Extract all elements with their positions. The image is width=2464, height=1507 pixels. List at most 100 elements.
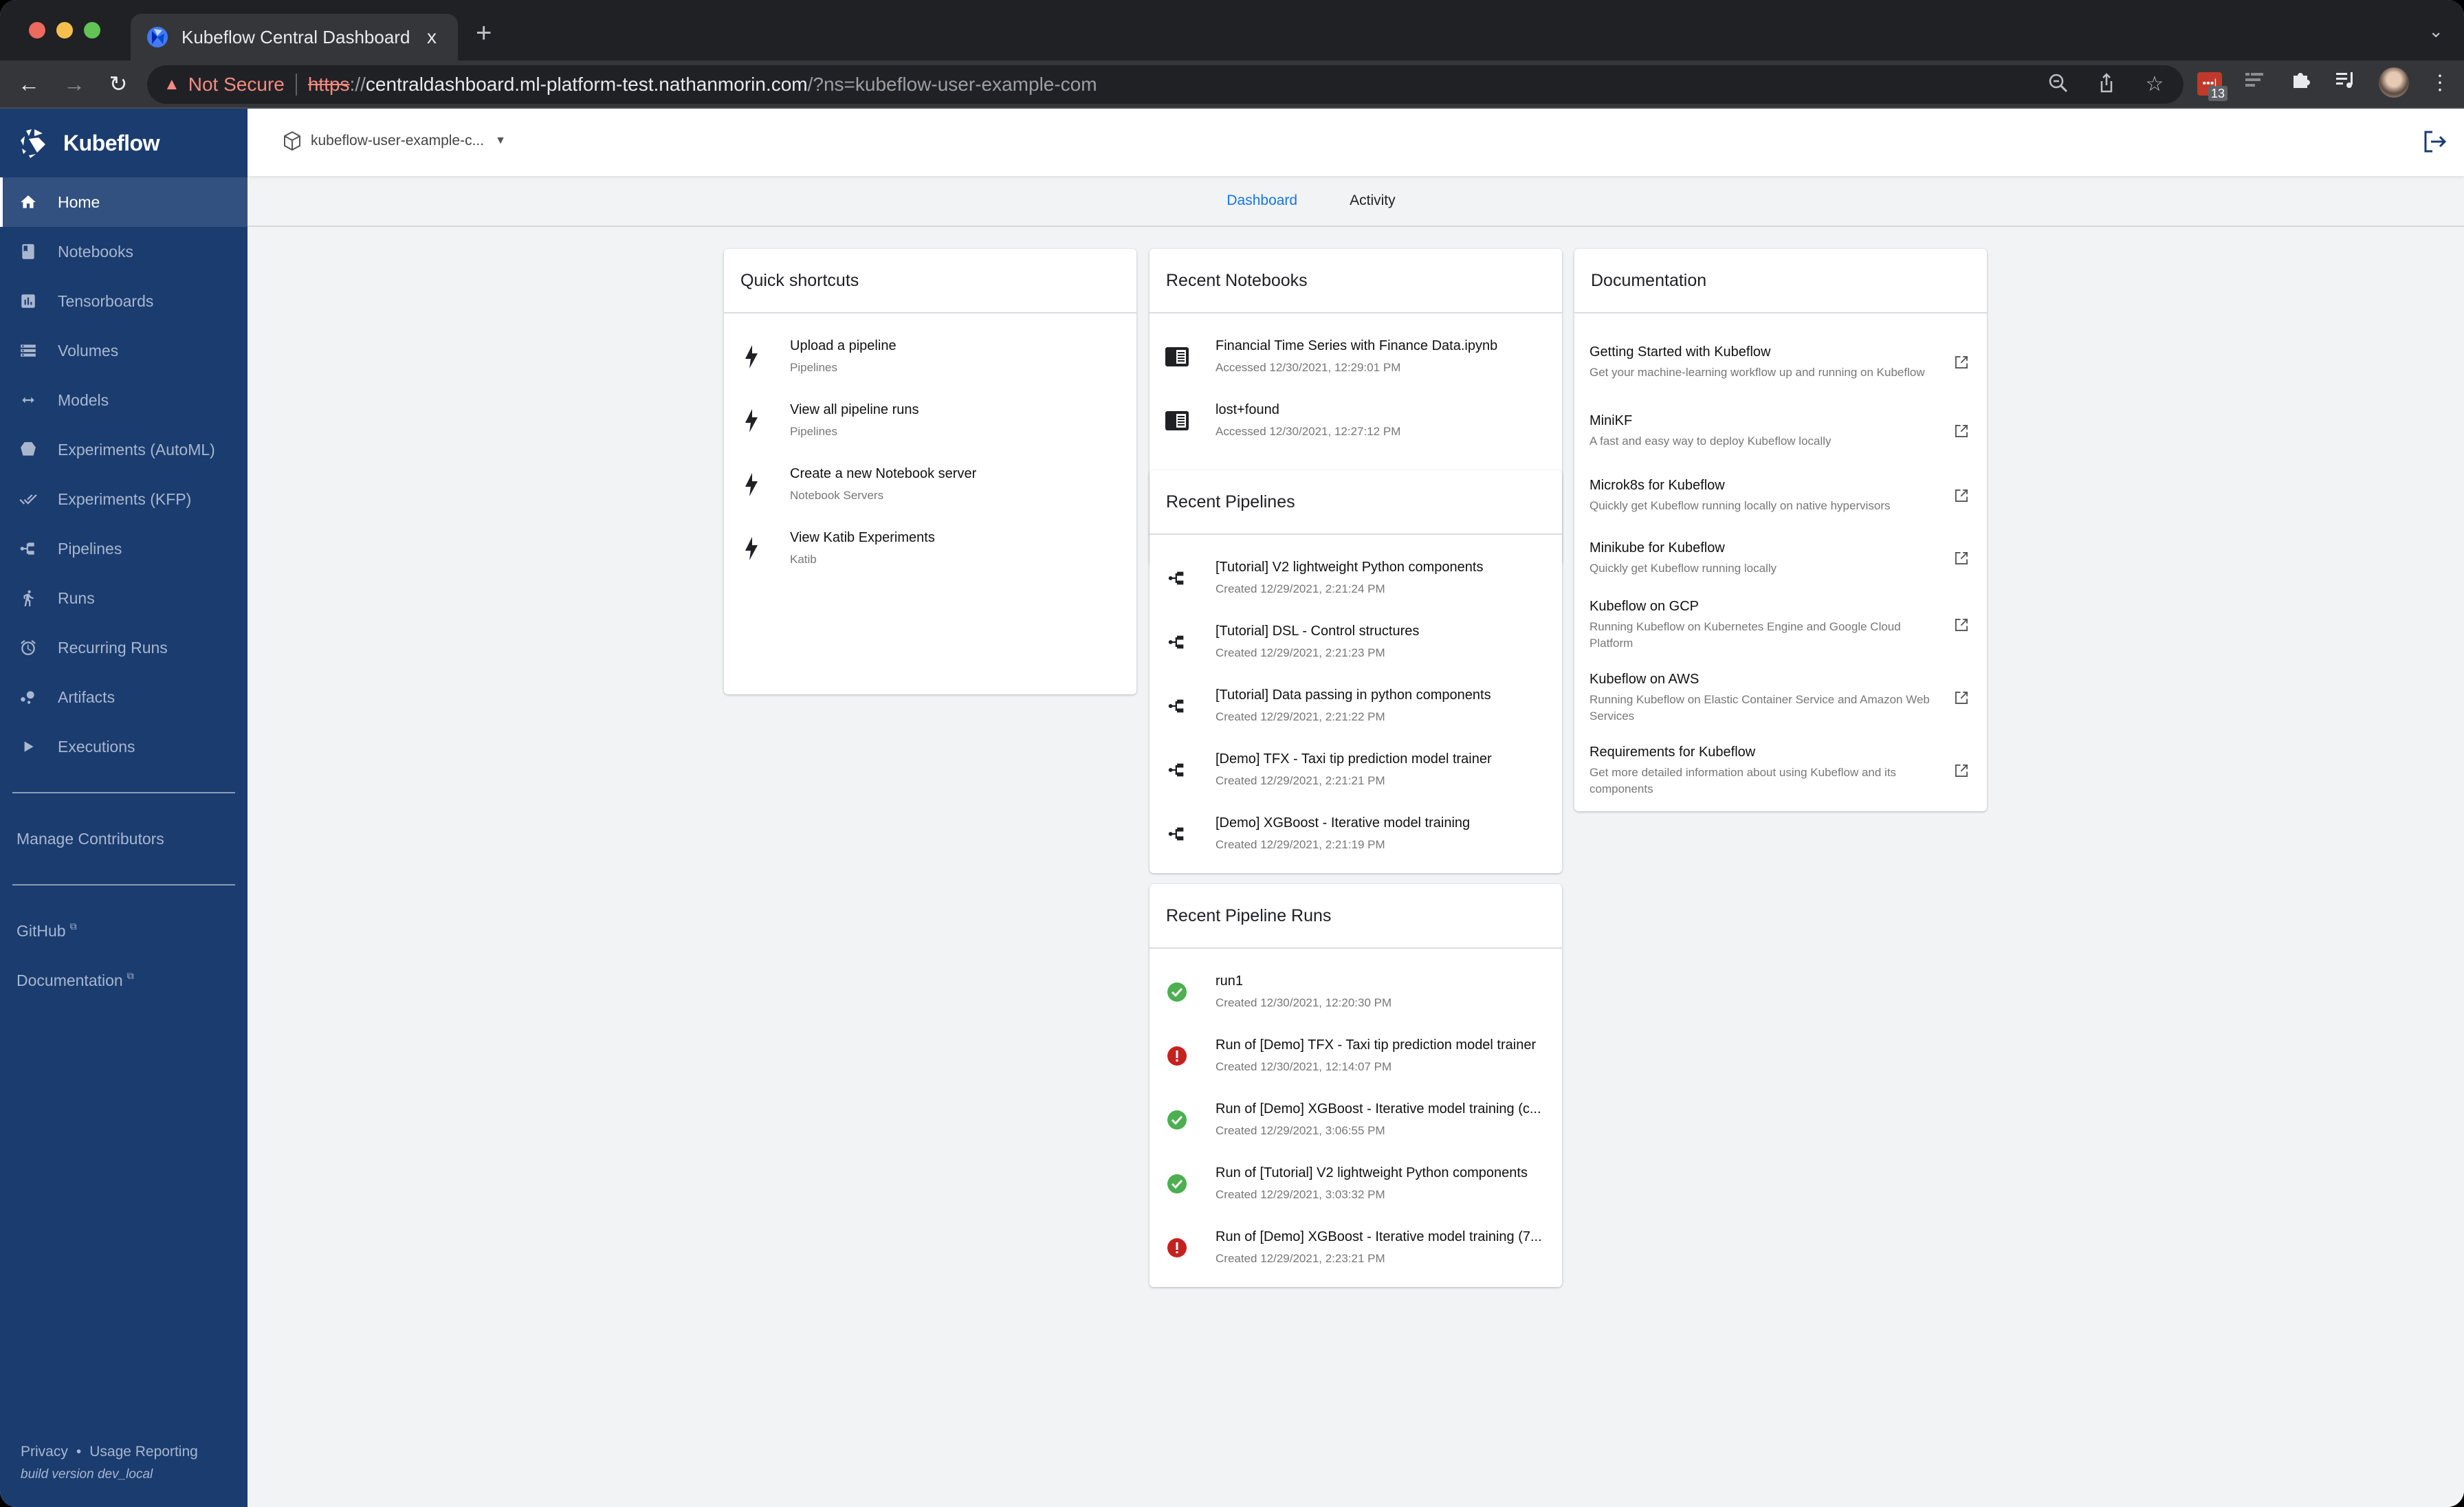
- shortcut-item[interactable]: Create a new Notebook server Notebook Ser…: [724, 452, 1136, 516]
- tab-activity[interactable]: Activity: [1350, 192, 1396, 209]
- status-error-icon: [1163, 1042, 1191, 1070]
- maximize-window-button[interactable]: [84, 22, 100, 38]
- new-tab-button[interactable]: +: [476, 19, 492, 47]
- run-created: Created 12/29/2021, 3:06:55 PM: [1216, 1124, 1385, 1137]
- sidebar-item-label: Runs: [58, 588, 95, 607]
- kfp-icon: [18, 489, 38, 509]
- notebook-item[interactable]: Financial Time Series with Finance Data.…: [1150, 324, 1562, 388]
- doc-item[interactable]: MiniKF A fast and easy way to deploy Kube…: [1574, 399, 1987, 463]
- minimize-window-button[interactable]: [56, 22, 73, 38]
- run-item[interactable]: run1 Created 12/30/2021, 12:20:30 PM: [1150, 960, 1562, 1024]
- pipeline-item[interactable]: [Demo] XGBoost - Iterative model trainin…: [1150, 802, 1562, 866]
- run-item[interactable]: Run of [Demo] XGBoost - Iterative model …: [1150, 1088, 1562, 1152]
- namespace-value: kubeflow-user-example-c...: [311, 133, 485, 148]
- address-bar[interactable]: ▲ Not Secure https :// centraldashboard.…: [147, 65, 2184, 104]
- browser-tab[interactable]: Kubeflow Central Dashboard x: [131, 14, 458, 60]
- doc-item[interactable]: Getting Started with Kubeflow Get your ma…: [1574, 326, 1987, 399]
- media-control-icon[interactable]: [2333, 69, 2358, 96]
- doc-description: Get more detailed information about usin…: [1590, 765, 1897, 795]
- brand[interactable]: Kubeflow: [0, 109, 248, 177]
- run-title: Run of [Demo] XGBoost - Iterative model …: [1216, 1101, 1541, 1116]
- security-indicator[interactable]: Not Secure: [188, 74, 285, 96]
- notebook-accessed: Accessed 12/30/2021, 12:27:12 PM: [1216, 425, 1401, 438]
- doc-title: MiniKF: [1590, 412, 1633, 428]
- pipeline-icon: [1163, 692, 1191, 720]
- lightning-icon: [738, 407, 765, 434]
- doc-item[interactable]: Minikube for Kubeflow Quickly get Kubeflo…: [1574, 528, 1987, 588]
- manage-contributors-link[interactable]: Manage Contributors: [0, 814, 248, 864]
- pipeline-item[interactable]: [Tutorial] DSL - Control structures Creat…: [1150, 610, 1562, 674]
- notebook-accessed: Accessed 12/30/2021, 12:29:01 PM: [1216, 361, 1401, 374]
- sidebar-item-executions[interactable]: Executions: [0, 722, 248, 771]
- zoom-out-icon[interactable]: [2046, 72, 2071, 97]
- sidebar-item-home[interactable]: Home: [0, 177, 248, 227]
- sidebar-item-artifacts[interactable]: Artifacts: [0, 672, 248, 722]
- sidebar-item-volumes[interactable]: Volumes: [0, 326, 248, 375]
- tab-dashboard[interactable]: Dashboard: [1226, 192, 1297, 209]
- notebook-icon: [18, 241, 38, 262]
- profile-avatar[interactable]: [2379, 67, 2409, 98]
- omnibox-separator: [295, 74, 297, 96]
- run-created: Created 12/30/2021, 12:14:07 PM: [1216, 1060, 1392, 1073]
- extension-badge: 13: [2208, 86, 2228, 101]
- shortcut-title: Upload a pipeline: [790, 338, 896, 353]
- sidebar-item-pipelines[interactable]: Pipelines: [0, 524, 248, 573]
- shortcut-item[interactable]: Upload a pipeline Pipelines: [724, 324, 1136, 388]
- usage-reporting-link[interactable]: Usage Reporting: [89, 1444, 198, 1460]
- doc-item[interactable]: Requirements for Kubeflow Get more detail…: [1574, 734, 1987, 807]
- sidebar-item-models[interactable]: Models: [0, 375, 248, 425]
- extensions-puzzle-icon[interactable]: [2288, 69, 2313, 96]
- run-item[interactable]: Run of [Tutorial] V2 lightweight Python …: [1150, 1152, 1562, 1216]
- share-icon[interactable]: [2094, 72, 2119, 97]
- home-icon: [18, 192, 38, 212]
- pipeline-title: [Demo] TFX - Taxi tip prediction model t…: [1216, 751, 1492, 767]
- sidebar-item-experiments-automl[interactable]: Experiments (AutoML): [0, 425, 248, 474]
- pipeline-item[interactable]: [Demo] TFX - Taxi tip prediction model t…: [1150, 738, 1562, 802]
- tab-close-icon[interactable]: x: [421, 26, 443, 48]
- github-link[interactable]: GitHub ⧉: [0, 906, 248, 956]
- open-in-new-icon: [1955, 764, 1968, 777]
- shortcut-title: View Katib Experiments: [790, 530, 935, 545]
- pipeline-icon: [1163, 756, 1191, 784]
- extension-list-icon[interactable]: [2243, 69, 2267, 96]
- lastpass-extension-icon[interactable]: •••| 13: [2197, 72, 2228, 101]
- pipeline-item[interactable]: [Tutorial] V2 lightweight Python compone…: [1150, 546, 1562, 610]
- back-arrow-icon[interactable]: ←: [14, 69, 44, 99]
- notebook-file-icon: [1163, 343, 1191, 371]
- privacy-link[interactable]: Privacy: [21, 1444, 68, 1460]
- pipeline-item[interactable]: [Tutorial] Data passing in python compon…: [1150, 674, 1562, 738]
- namespace-selector[interactable]: kubeflow-user-example-c... ▼: [283, 131, 506, 151]
- sidebar-item-notebooks[interactable]: Notebooks: [0, 227, 248, 276]
- lightning-icon: [738, 343, 765, 371]
- forward-arrow-icon[interactable]: →: [59, 69, 89, 99]
- shortcut-item[interactable]: View all pipeline runs Pipelines: [724, 388, 1136, 452]
- reload-icon[interactable]: ↻: [103, 69, 133, 99]
- run-item[interactable]: Run of [Demo] XGBoost - Iterative model …: [1150, 1216, 1562, 1279]
- doc-item[interactable]: Kubeflow on GCP Running Kubeflow on Kuber…: [1574, 588, 1987, 661]
- logout-icon[interactable]: [2421, 128, 2449, 155]
- sidebar-divider: [12, 792, 235, 793]
- browser-menu-icon[interactable]: ⋮: [2430, 71, 2450, 95]
- close-window-button[interactable]: [29, 22, 45, 38]
- sidebar-item-runs[interactable]: Runs: [0, 573, 248, 623]
- pipeline-icon: [1163, 564, 1191, 592]
- bookmark-star-icon[interactable]: ☆: [2142, 72, 2167, 97]
- kubeflow-logo-icon: [21, 129, 45, 158]
- doc-item[interactable]: Microk8s for Kubeflow Quickly get Kubeflo…: [1574, 463, 1987, 528]
- page-tabs: Dashboard Activity: [248, 176, 2464, 227]
- tab-search-chevron-icon[interactable]: ⌄: [2428, 21, 2443, 42]
- doc-item[interactable]: Kubeflow on AWS Running Kubeflow on Elast…: [1574, 661, 1987, 734]
- sidebar-item-tensorboards[interactable]: Tensorboards: [0, 276, 248, 326]
- status-error-icon: [1163, 1234, 1191, 1262]
- sidebar-item-recurring-runs[interactable]: Recurring Runs: [0, 623, 248, 672]
- shortcut-sub: Pipelines: [790, 425, 837, 438]
- shortcut-item[interactable]: View Katib Experiments Katib: [724, 516, 1136, 580]
- card-title: Documentation: [1574, 249, 1987, 314]
- run-item[interactable]: Run of [Demo] TFX - Taxi tip prediction …: [1150, 1024, 1562, 1088]
- footer-dot: •: [76, 1444, 82, 1460]
- documentation-link[interactable]: Documentation ⧉: [0, 956, 248, 1005]
- tab-title: Kubeflow Central Dashboard: [182, 26, 410, 47]
- open-in-new-icon: [1955, 356, 1968, 368]
- notebook-item[interactable]: lost+found Accessed 12/30/2021, 12:27:12 …: [1150, 388, 1562, 452]
- sidebar-item-experiments-kfp[interactable]: Experiments (KFP): [0, 474, 248, 524]
